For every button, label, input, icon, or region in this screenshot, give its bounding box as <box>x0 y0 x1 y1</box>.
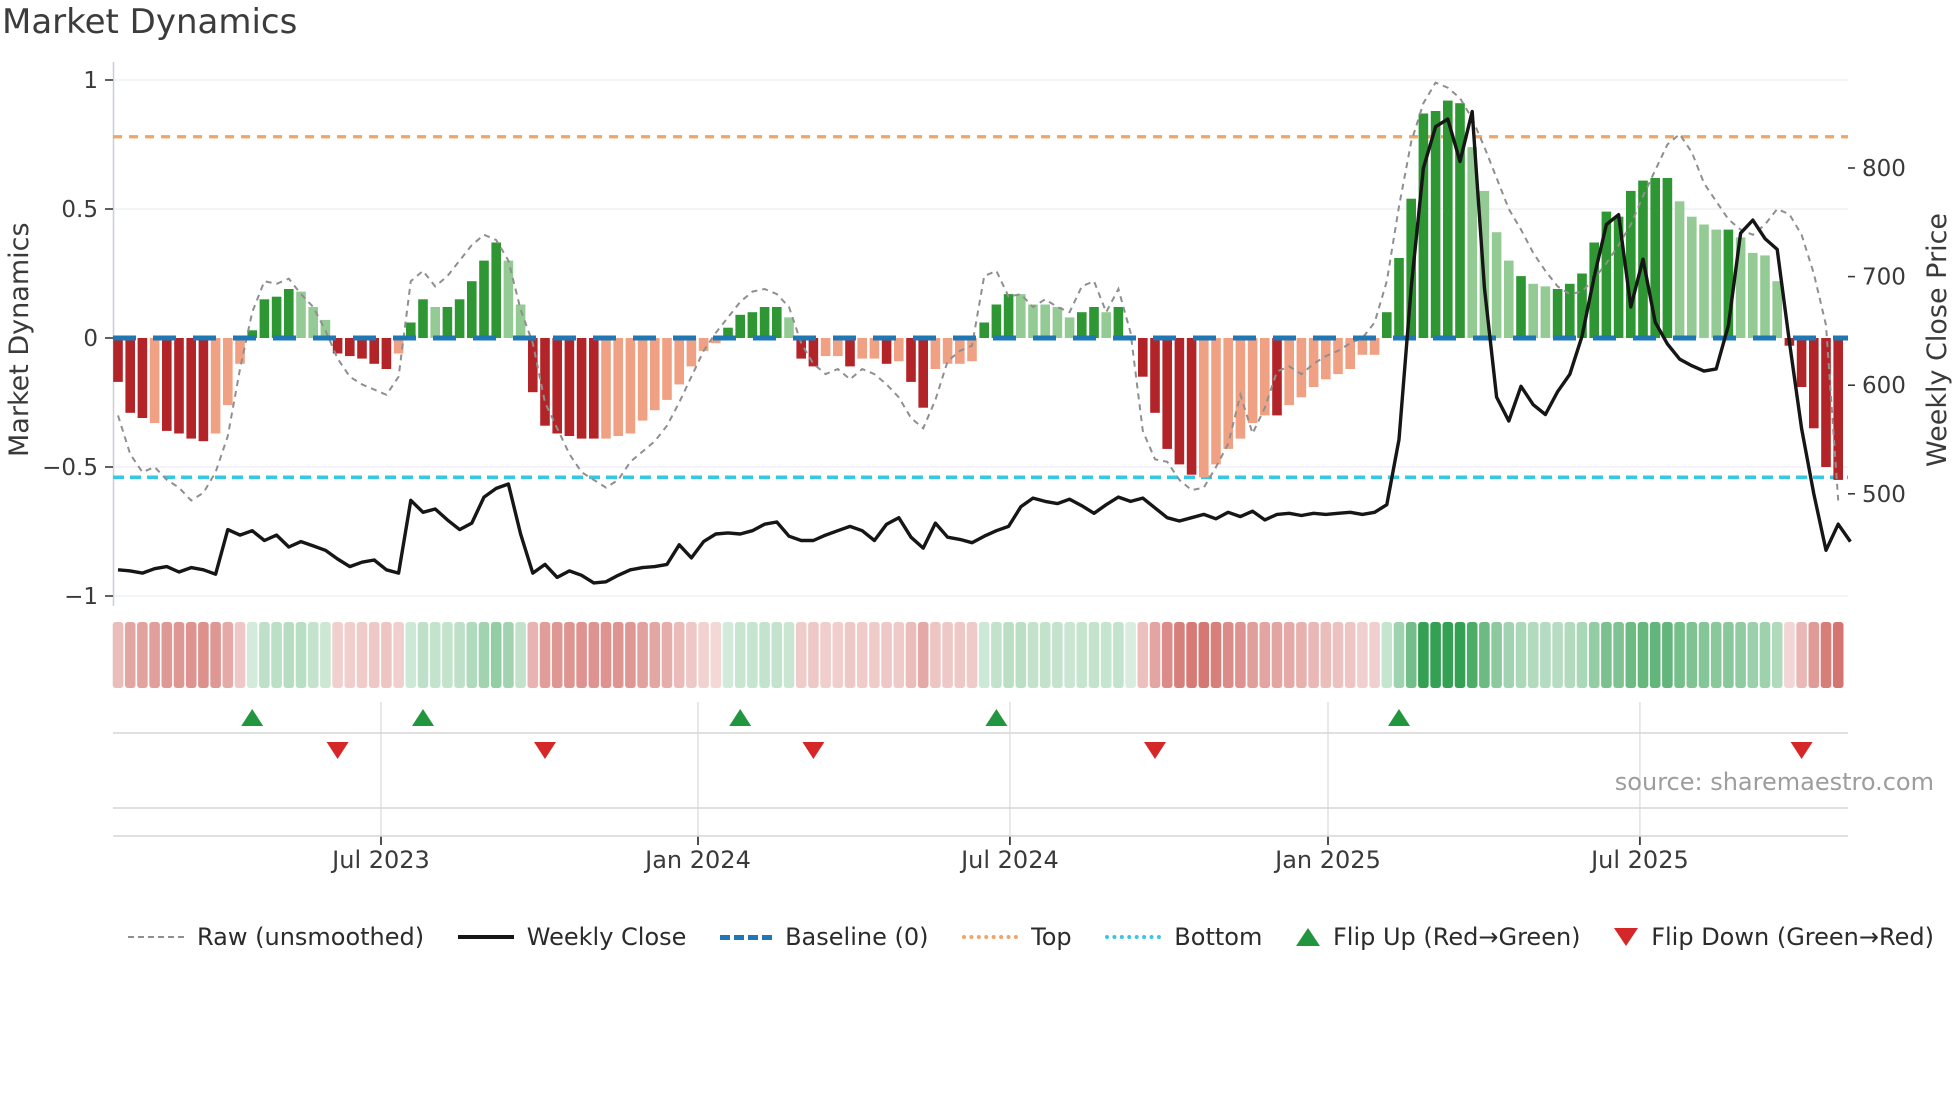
x-axis-tick-labels: Jul 2023 Jan 2024 Jul 2024 Jan 2025 Jul 2025 <box>330 846 1689 874</box>
marker-panel <box>113 702 1848 845</box>
source-text: source: sharemaestro.com <box>1614 768 1934 796</box>
legend-label: Flip Up (Red→Green) <box>1332 923 1581 951</box>
right-axis-ticks: 800 700 600 500 <box>1848 156 1906 508</box>
flip-down-triangle-icon <box>1614 928 1639 946</box>
legend-item-raw: Raw (unsmoothed) <box>128 923 424 951</box>
left-axis-ticks: 1 0.5 0 −0.5 −1 <box>42 68 113 610</box>
svg-text:700: 700 <box>1862 265 1906 291</box>
svg-text:Jul 2024: Jul 2024 <box>959 846 1059 874</box>
legend-label: Raw (unsmoothed) <box>197 923 425 951</box>
svg-text:500: 500 <box>1862 482 1906 508</box>
legend-item-flip-down: Flip Down (Green→Red) <box>1614 923 1934 951</box>
bottom-line-swatch <box>1105 935 1162 939</box>
svg-text:600: 600 <box>1862 373 1906 399</box>
svg-text:1: 1 <box>83 68 98 94</box>
legend-label: Baseline (0) <box>785 923 929 951</box>
svg-text:Jan 2025: Jan 2025 <box>1273 846 1381 874</box>
legend-label: Flip Down (Green→Red) <box>1651 923 1934 951</box>
svg-text:800: 800 <box>1862 156 1906 182</box>
flip-up-triangle-icon <box>1295 928 1320 946</box>
oscillator-bars <box>113 100 1843 480</box>
svg-text:−0.5: −0.5 <box>42 455 98 481</box>
legend: Raw (unsmoothed) Weekly Close Baseline (… <box>128 914 1934 960</box>
raw-line-swatch <box>128 936 184 938</box>
heatmap-strip <box>112 622 1844 688</box>
baseline-swatch <box>720 934 773 940</box>
top-line-swatch <box>962 935 1019 939</box>
flip-up-markers <box>241 709 1410 726</box>
legend-item-weekly-close: Weekly Close <box>457 923 687 951</box>
chart-canvas: Market Dynamics Market Dynamics Weekly C… <box>0 0 1960 1102</box>
weekly-close-swatch <box>457 935 514 939</box>
legend-item-top: Top <box>962 923 1072 951</box>
legend-label: Weekly Close <box>526 923 687 951</box>
svg-text:Jan 2024: Jan 2024 <box>643 846 751 874</box>
legend-label: Top <box>1031 923 1072 951</box>
legend-label: Bottom <box>1174 923 1263 951</box>
legend-item-bottom: Bottom <box>1105 923 1262 951</box>
legend-item-flip-up: Flip Up (Red→Green) <box>1295 923 1581 951</box>
legend-item-baseline: Baseline (0) <box>720 923 928 951</box>
svg-text:0.5: 0.5 <box>61 197 98 223</box>
svg-text:Jul 2025: Jul 2025 <box>1589 846 1689 874</box>
svg-text:0: 0 <box>83 326 98 352</box>
flip-down-markers <box>326 742 1813 759</box>
svg-text:−1: −1 <box>64 584 98 610</box>
svg-text:Jul 2023: Jul 2023 <box>330 846 430 874</box>
